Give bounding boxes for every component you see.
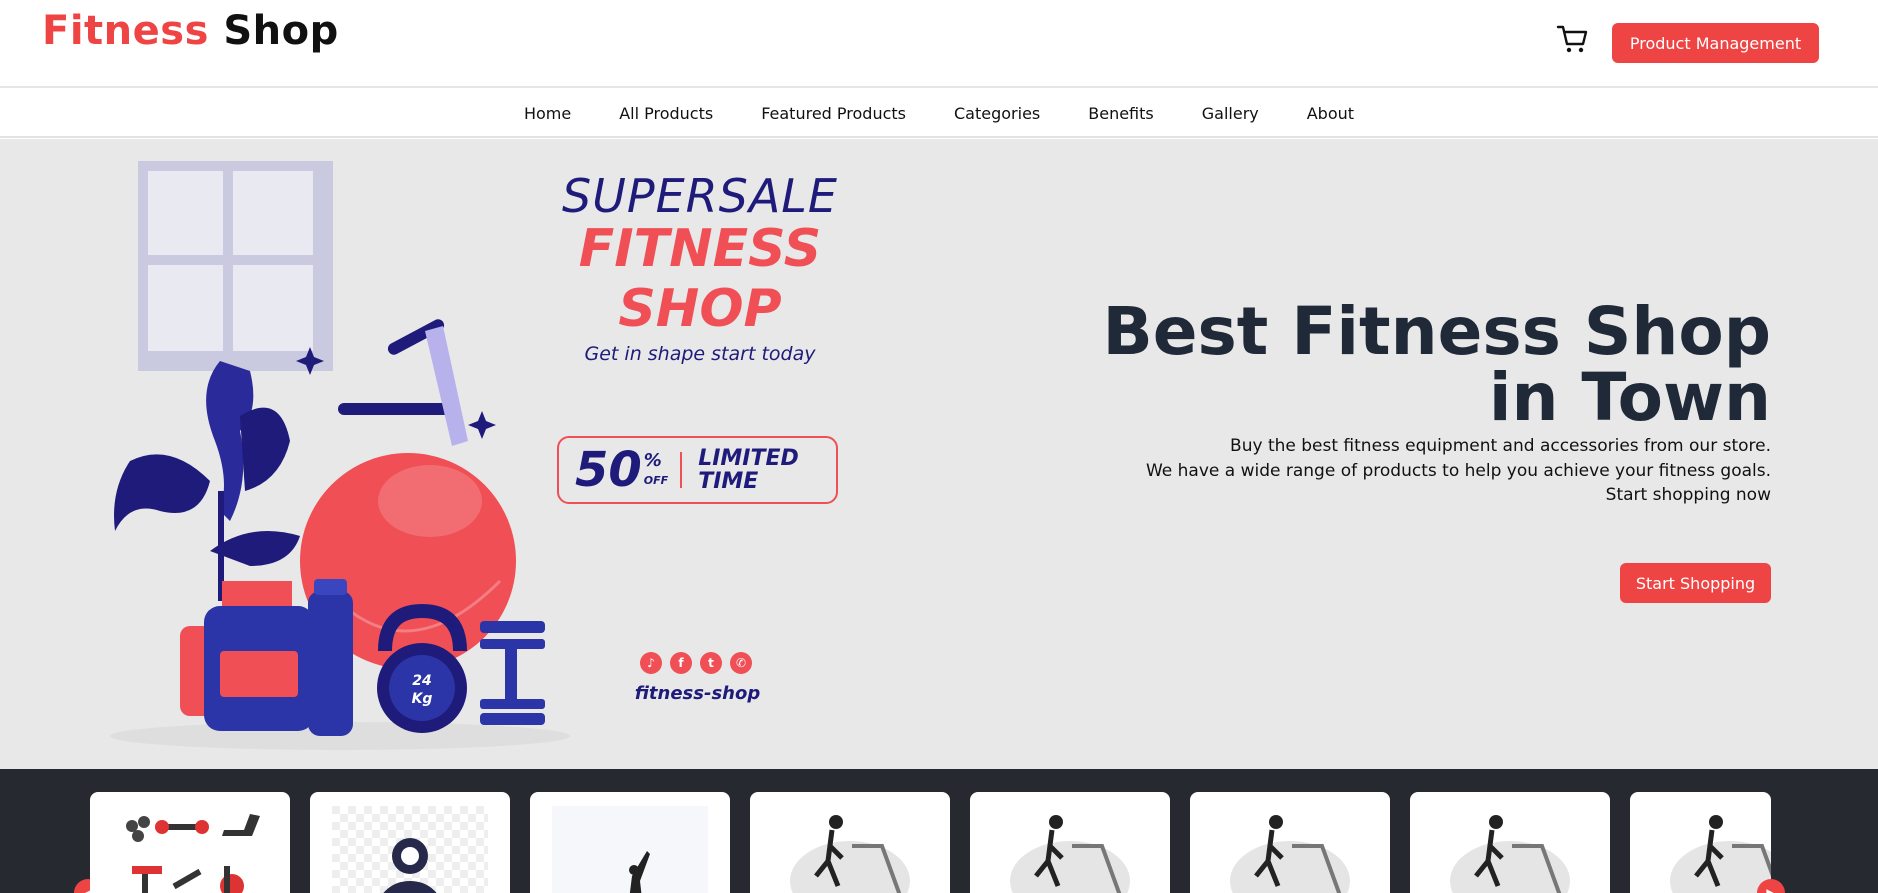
equipment-set-image [126,814,260,893]
product-carousel: ◀ ▶ [0,769,1878,893]
top-header: Fitness Shop Product Management [0,0,1878,88]
kettlebell-unit: Kg [412,691,433,707]
promo-tagline: Get in shape start today [584,343,816,365]
carousel-card[interactable] [970,792,1170,893]
hero-section: 24 Kg SUPERSALE FITNESS SHOP Get in shap… [0,139,1878,769]
discount-off: OFF [643,474,669,487]
hero-description: Buy the best fitness equipment and acces… [1071,434,1771,508]
social-links: ♪ f t ✆ [640,652,752,674]
hero-title-line1: Best Fitness Shop [1102,293,1771,370]
whatsapp-icon[interactable]: ✆ [730,652,752,674]
carousel-card[interactable] [1410,792,1610,893]
silhouette-image [552,806,708,893]
hero-title-line2: in Town [1488,359,1771,436]
social-handle: fitness-shop [634,683,761,704]
nav-item-about[interactable]: About [1283,104,1378,123]
carousel-card[interactable] [90,792,290,893]
brand-logo[interactable]: Fitness Shop [42,8,339,54]
main-nav: Home All Products Featured Products Cate… [0,90,1878,138]
start-shopping-button[interactable]: Start Shopping [1620,563,1771,603]
carousel-card[interactable] [530,792,730,893]
treadmill-runner-image [1670,815,1771,893]
treadmill-runner-image [1450,815,1570,893]
kettlebell-weight: 24 [412,673,431,689]
brand-word-fitness: Fitness [42,8,209,54]
badge-limited: LIMITED [698,445,799,471]
discount-percent: % [643,450,662,471]
nav-item-all-products[interactable]: All Products [595,104,737,123]
brand-word-shop: Shop [223,8,339,54]
logo-placeholder-image [332,806,488,893]
facebook-icon[interactable]: f [670,652,692,674]
hero-title: Best Fitness Shop in Town [1071,299,1771,431]
nav-item-benefits[interactable]: Benefits [1064,104,1178,123]
carousel-card[interactable] [310,792,510,893]
treadmill-runner-image [1230,815,1350,893]
tiktok-icon[interactable]: ♪ [640,652,662,674]
badge-time: TIME [698,469,759,494]
product-management-button[interactable]: Product Management [1612,23,1819,63]
discount-badge: 50 % OFF LIMITED TIME [557,436,838,504]
promo-shop-title: FITNESS SHOP [578,219,822,339]
supersale-banner: SUPERSALE FITNESS SHOP Get in shape star… [490,169,910,365]
treadmill-runner-image [790,815,910,893]
nav-item-categories[interactable]: Categories [930,104,1064,123]
hero-text-line3: Start shopping now [1605,485,1771,506]
badge-divider [680,452,683,488]
cart-icon[interactable] [1556,22,1590,56]
nav-item-featured-products[interactable]: Featured Products [737,104,930,123]
supersale-label: SUPERSALE [562,169,838,223]
hero-text-line1: Buy the best fitness equipment and acces… [1230,436,1771,456]
carousel-card[interactable] [750,792,950,893]
discount-value: 50 [575,442,642,498]
twitter-icon[interactable]: t [700,652,722,674]
treadmill-runner-image [1010,815,1130,893]
carousel-card[interactable] [1190,792,1390,893]
hero-text-line2: We have a wide range of products to help… [1145,460,1771,481]
carousel-card[interactable] [1630,792,1771,893]
nav-item-home[interactable]: Home [500,104,595,123]
nav-item-gallery[interactable]: Gallery [1178,104,1283,123]
